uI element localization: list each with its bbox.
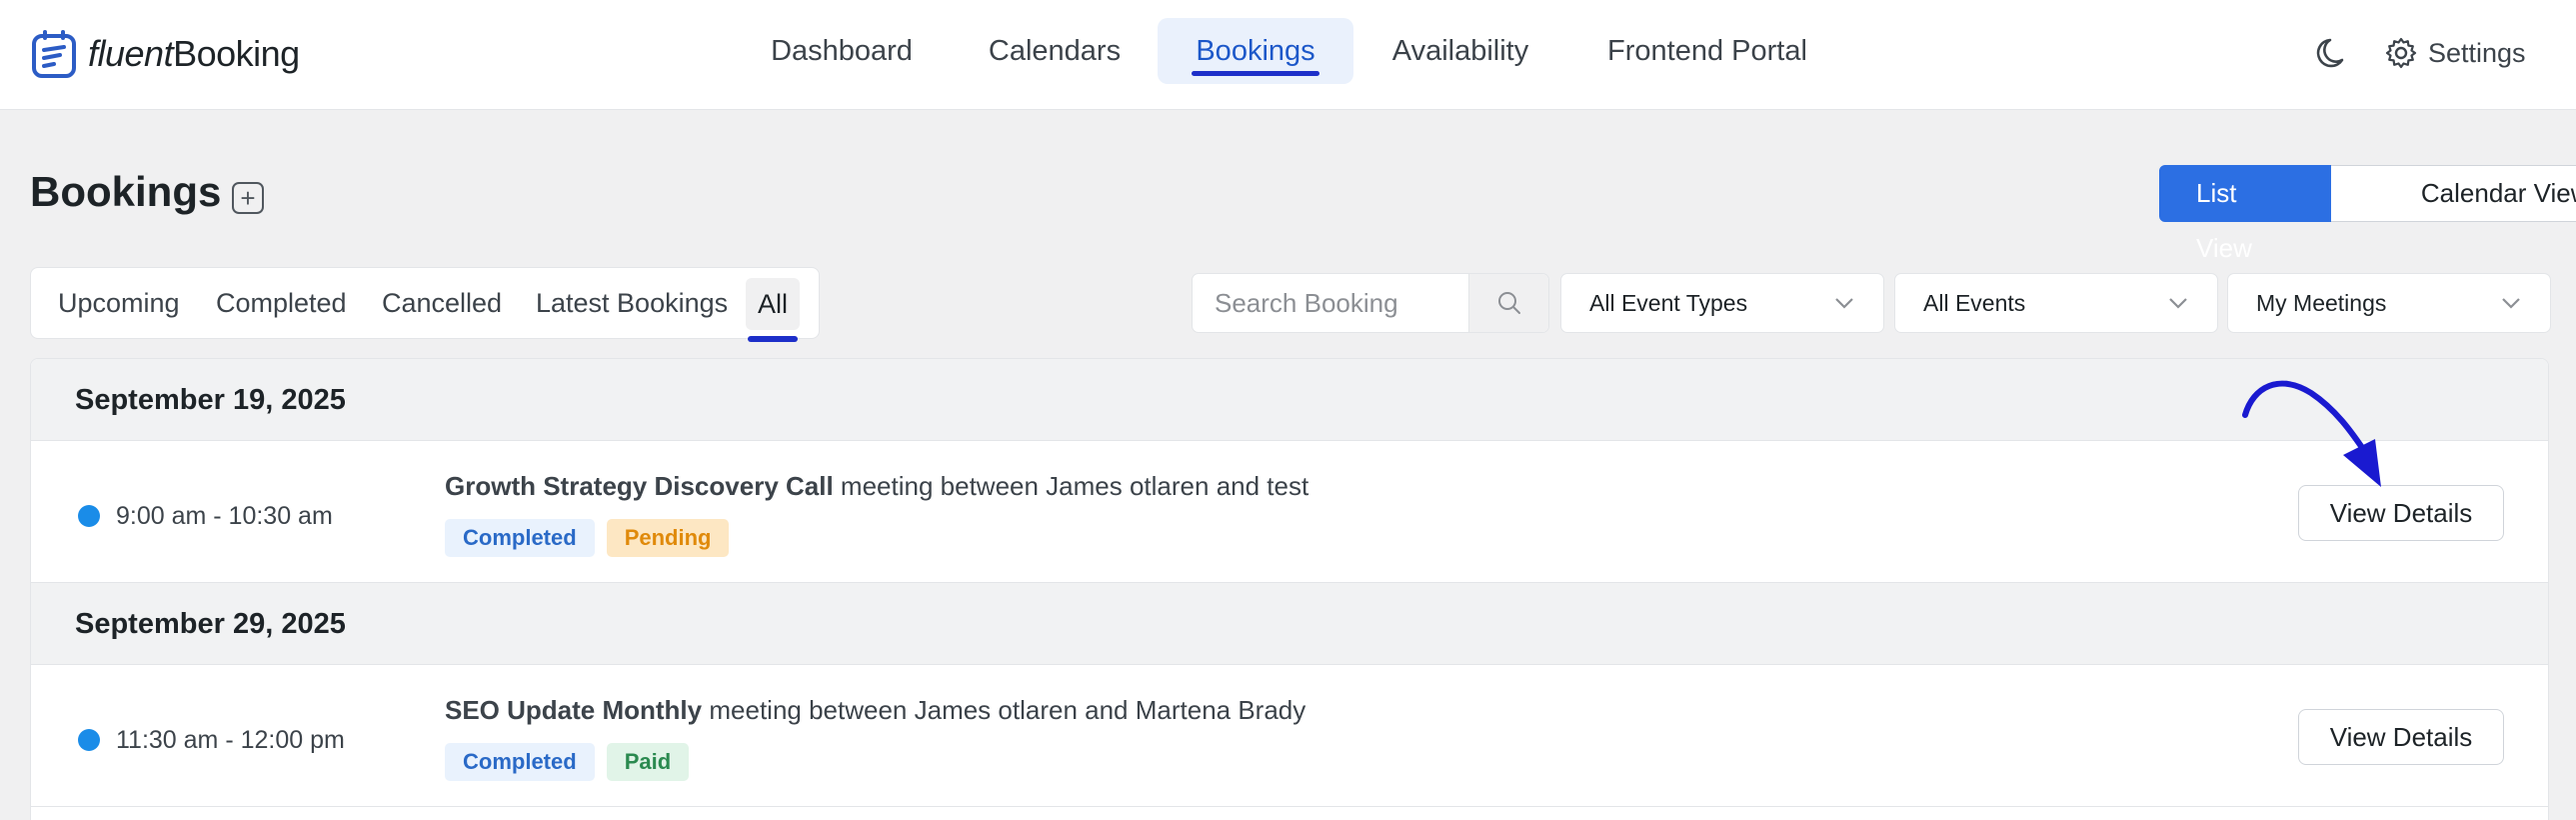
- booking-row[interactable]: 9:00 am - 10:30 am Growth Strategy Disco…: [31, 441, 2548, 583]
- view-details-button[interactable]: View Details: [2298, 709, 2504, 765]
- brand-logo[interactable]: fluentBooking: [30, 26, 300, 82]
- tab-all[interactable]: All: [746, 278, 801, 342]
- status-dot: [78, 505, 100, 527]
- booking-time: 11:30 am - 12:00 pm: [116, 726, 345, 754]
- booking-time: 9:00 am - 10:30 am: [116, 502, 333, 530]
- add-booking-button[interactable]: +: [232, 182, 264, 214]
- active-nav-underline: [1192, 71, 1319, 76]
- chevron-down-icon: [2169, 298, 2187, 309]
- badge-group: Completed Pending: [445, 519, 730, 557]
- tab-cancelled[interactable]: Cancelled: [382, 268, 502, 338]
- nav-calendars[interactable]: Calendars: [968, 18, 1142, 84]
- top-navigation: fluentBooking Dashboard Calendars Bookin…: [0, 0, 2576, 110]
- moon-icon[interactable]: [2314, 33, 2354, 73]
- search-input[interactable]: [1193, 274, 1468, 332]
- date-group-header: September 29, 2025: [31, 583, 2548, 665]
- chevron-down-icon: [1835, 298, 1853, 309]
- search-icon: [1497, 292, 1520, 314]
- search-box: [1192, 273, 1549, 333]
- payment-badge-pending: Pending: [606, 519, 730, 557]
- group-date: September 29, 2025: [75, 608, 346, 640]
- tab-completed[interactable]: Completed: [216, 268, 347, 338]
- status-dot: [78, 729, 100, 751]
- chevron-down-icon: [2502, 298, 2520, 309]
- annotation-arrow-icon: [2242, 380, 2381, 487]
- date-group-header: September 19, 2025: [31, 359, 2548, 441]
- booking-list: September 19, 2025 9:00 am - 10:30 am Gr…: [30, 358, 2549, 820]
- booking-description: meeting between James otlaren and test: [840, 471, 1309, 501]
- tab-upcoming[interactable]: Upcoming: [58, 268, 180, 338]
- meetings-select[interactable]: My Meetings: [2227, 273, 2551, 333]
- events-value: All Events: [1923, 290, 2026, 316]
- event-types-select[interactable]: All Event Types: [1560, 273, 1884, 333]
- payment-badge-paid: Paid: [606, 743, 690, 781]
- booking-title: Growth Strategy Discovery Call meeting b…: [445, 471, 1308, 502]
- page-title: Bookings: [30, 168, 222, 215]
- status-badge-completed: Completed: [445, 743, 595, 781]
- status-badge-completed: Completed: [445, 519, 595, 557]
- event-name: SEO Update Monthly: [445, 695, 703, 725]
- event-name: Growth Strategy Discovery Call: [445, 471, 834, 501]
- gear-icon: [2385, 37, 2417, 69]
- nav-frontend-portal[interactable]: Frontend Portal: [1585, 18, 1829, 84]
- meetings-value: My Meetings: [2256, 290, 2387, 316]
- tab-latest-bookings[interactable]: Latest Bookings: [536, 268, 728, 338]
- calendar-view-button[interactable]: Calendar View: [2330, 165, 2576, 222]
- view-toggle: List View Calendar View: [2159, 165, 2576, 263]
- group-date: September 19, 2025: [75, 384, 346, 416]
- events-select[interactable]: All Events: [1894, 273, 2218, 333]
- brand-name: fluentBooking: [88, 33, 300, 74]
- booking-description: meeting between James otlaren and Marten…: [709, 695, 1306, 725]
- event-types-value: All Event Types: [1589, 290, 1748, 316]
- active-tab-underline: [748, 336, 799, 342]
- nav-bookings[interactable]: Bookings: [1158, 18, 1353, 84]
- nav-dashboard[interactable]: Dashboard: [748, 18, 936, 84]
- booking-row[interactable]: 11:30 am - 12:00 pm SEO Update Monthly m…: [31, 665, 2548, 807]
- booking-title: SEO Update Monthly meeting between James…: [445, 695, 1305, 726]
- search-button[interactable]: [1468, 274, 1548, 332]
- settings-label: Settings: [2428, 37, 2526, 68]
- nav-availability[interactable]: Availability: [1373, 18, 1547, 84]
- list-view-button[interactable]: List View: [2159, 165, 2331, 263]
- booking-filter-tabs: Upcoming Completed Cancelled Latest Book…: [30, 267, 820, 342]
- calendar-logo-icon: [32, 30, 76, 78]
- badge-group: Completed Paid: [445, 743, 690, 781]
- settings-button[interactable]: Settings: [2384, 32, 2526, 74]
